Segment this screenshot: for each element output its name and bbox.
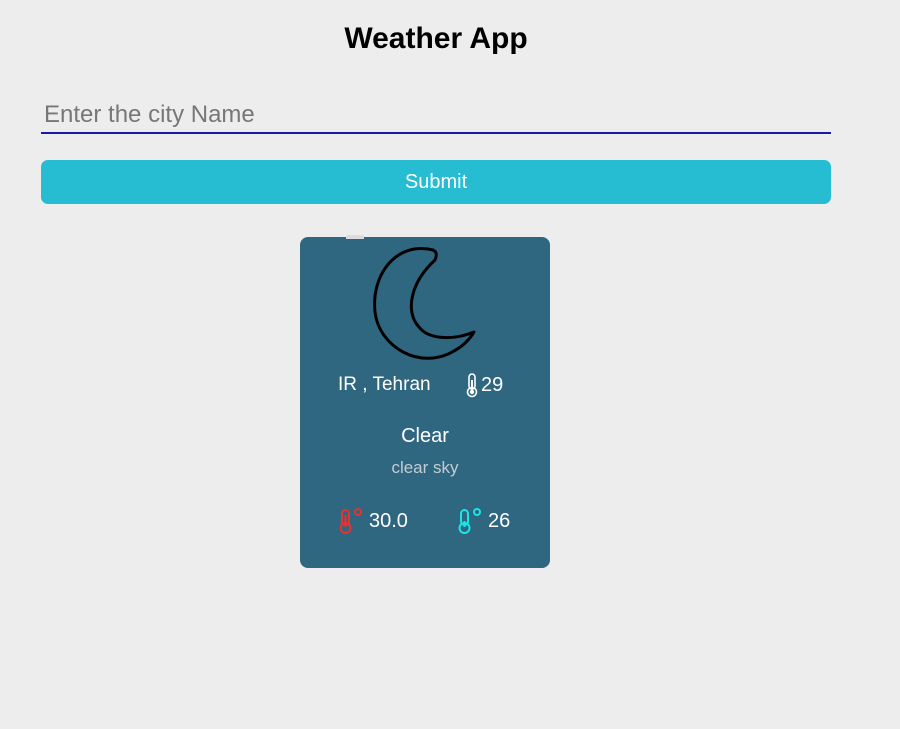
city-input[interactable]: [41, 98, 831, 134]
min-temperature-value: 26: [488, 509, 511, 532]
current-temperature: 29: [464, 372, 503, 398]
min-temperature: 26: [457, 507, 510, 535]
max-temperature-value: 30.0: [369, 509, 408, 532]
location-label: IR , Tehran: [338, 374, 431, 395]
max-temperature: 30.0: [338, 507, 408, 535]
page-title: Weather App: [344, 22, 528, 55]
temperature-value: 29: [481, 373, 504, 396]
weather-card: IR , Tehran 29 Clear clear sky 30.0 26: [300, 235, 550, 568]
thermometer-high-icon: [338, 507, 364, 535]
thermometer-icon: [464, 372, 480, 398]
weather-description: clear sky: [391, 458, 459, 477]
moon-icon: [368, 247, 480, 361]
weather-condition: Clear: [401, 425, 449, 447]
thermometer-low-icon: [457, 507, 483, 535]
submit-button[interactable]: Submit: [41, 160, 831, 204]
card-tab: [346, 235, 364, 239]
